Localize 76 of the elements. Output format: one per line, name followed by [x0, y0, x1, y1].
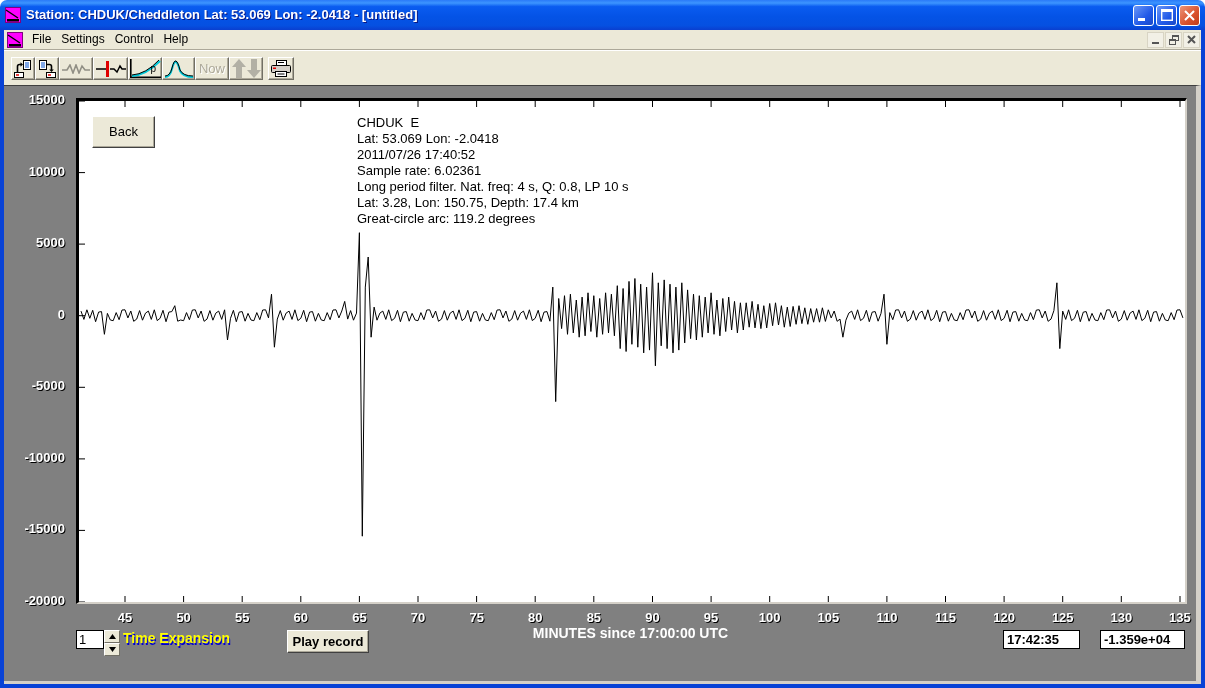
- app-icon: [7, 31, 23, 48]
- window-title: Station: CHDUK/Cheddleton Lat: 53.069 Lon: -2.0418 - [untitled]: [26, 7, 418, 23]
- x-axis-title: MINUTES since 17:00:00 UTC: [532, 626, 729, 641]
- restore-icon: [1168, 34, 1179, 45]
- x-axis-label: 130: [1110, 610, 1133, 626]
- sample-rate: Sample rate: 6.02361: [357, 163, 483, 179]
- minimize-button[interactable]: [1147, 31, 1164, 48]
- menu-item[interactable]: Settings: [56, 30, 110, 49]
- x-axis-label: 95: [703, 610, 719, 626]
- menu-item[interactable]: File: [27, 30, 57, 49]
- x-axis-label: 85: [586, 610, 602, 626]
- maximize-icon: [1160, 9, 1173, 21]
- back-button[interactable]: Back: [92, 116, 155, 148]
- x-axis-label: 90: [645, 610, 660, 626]
- close-icon: [1187, 35, 1196, 44]
- menu-item[interactable]: Control: [109, 30, 159, 49]
- station-code: CHDUK E: [357, 115, 421, 131]
- x-axis-label: 110: [876, 610, 898, 626]
- x-axis-label: 135: [1169, 610, 1191, 626]
- x-axis-label: 45: [117, 610, 133, 626]
- toolbar-button[interactable]: [162, 57, 195, 80]
- record-timestamp: 2011/07/26 17:40:52: [357, 147, 477, 163]
- toolbar-button[interactable]: [93, 57, 128, 80]
- x-axis-label: 100: [758, 610, 781, 626]
- time-readout: 17:42:35: [1003, 630, 1080, 649]
- time-expansion-field[interactable]: 1: [76, 630, 104, 649]
- peak-curve-icon: [163, 59, 194, 78]
- y-axis-label: -10000: [24, 449, 65, 465]
- x-axis-label: 65: [352, 610, 367, 626]
- great-circle-arc: Great-circle arc: 119.2 degrees: [357, 211, 537, 227]
- y-axis-label: -5000: [31, 378, 65, 394]
- y-axis-label: 15000: [28, 92, 65, 107]
- up-down-arrows-icon: [231, 59, 261, 78]
- document-arrow-out-icon: [14, 59, 32, 78]
- caret-up-icon: [108, 634, 116, 639]
- spin-down-button[interactable]: [104, 643, 120, 656]
- y-axis-label: 5000: [36, 235, 65, 251]
- minimize-icon: [1152, 41, 1159, 44]
- close-button[interactable]: [1183, 31, 1200, 48]
- amplitude-readout: -1.359e+04: [1100, 630, 1185, 649]
- maximize-button[interactable]: [1156, 4, 1177, 26]
- event-location: Lat: 3.28, Lon: 150.75, Depth: 17.4 km: [357, 195, 580, 211]
- print-button[interactable]: [268, 57, 294, 80]
- spin-up-button[interactable]: [104, 630, 120, 643]
- app-icon: [5, 7, 21, 23]
- x-axis-label: 120: [993, 610, 1015, 626]
- time-expansion-label: Time Expansion: [123, 631, 231, 646]
- x-axis-label: 125: [1051, 610, 1074, 626]
- x-axis-label: 115: [935, 610, 956, 626]
- printer-icon: [271, 60, 291, 77]
- minimize-icon: [1137, 18, 1145, 21]
- station-coordinates: Lat: 53.069 Lon: -2.0418: [357, 131, 500, 147]
- x-axis-label: 105: [817, 610, 840, 626]
- y-axis-label: 10000: [28, 163, 65, 179]
- y-axis-label: 0: [57, 306, 65, 322]
- menu-item[interactable]: Help: [158, 30, 194, 49]
- restore-button[interactable]: [1165, 31, 1182, 48]
- x-axis-label: 55: [235, 610, 250, 626]
- rising-curve-icon: [129, 59, 161, 78]
- x-axis-label: 70: [410, 610, 426, 626]
- document-arrow-in-icon: [38, 59, 56, 78]
- close-icon: [1184, 9, 1195, 21]
- y-axis-label: -15000: [24, 521, 65, 537]
- toolbar-button[interactable]: p: [128, 57, 162, 80]
- toolbar-button[interactable]: [35, 57, 59, 80]
- caret-down-icon: [108, 647, 116, 652]
- zigzag-wave-icon: [62, 63, 90, 74]
- filter-settings: Long period filter. Nat. freq: 4 s, Q: 0.8, LP 10 s: [357, 179, 629, 195]
- x-axis-label: 80: [528, 610, 543, 626]
- play-record-button[interactable]: Play record: [287, 630, 369, 653]
- toolbar-button[interactable]: [11, 57, 35, 80]
- y-axis-label: -20000: [24, 592, 65, 608]
- x-axis-label: 60: [293, 610, 309, 626]
- x-axis-label: 75: [469, 610, 484, 626]
- marker-line-icon: [95, 60, 126, 77]
- x-axis-label: 50: [176, 610, 191, 626]
